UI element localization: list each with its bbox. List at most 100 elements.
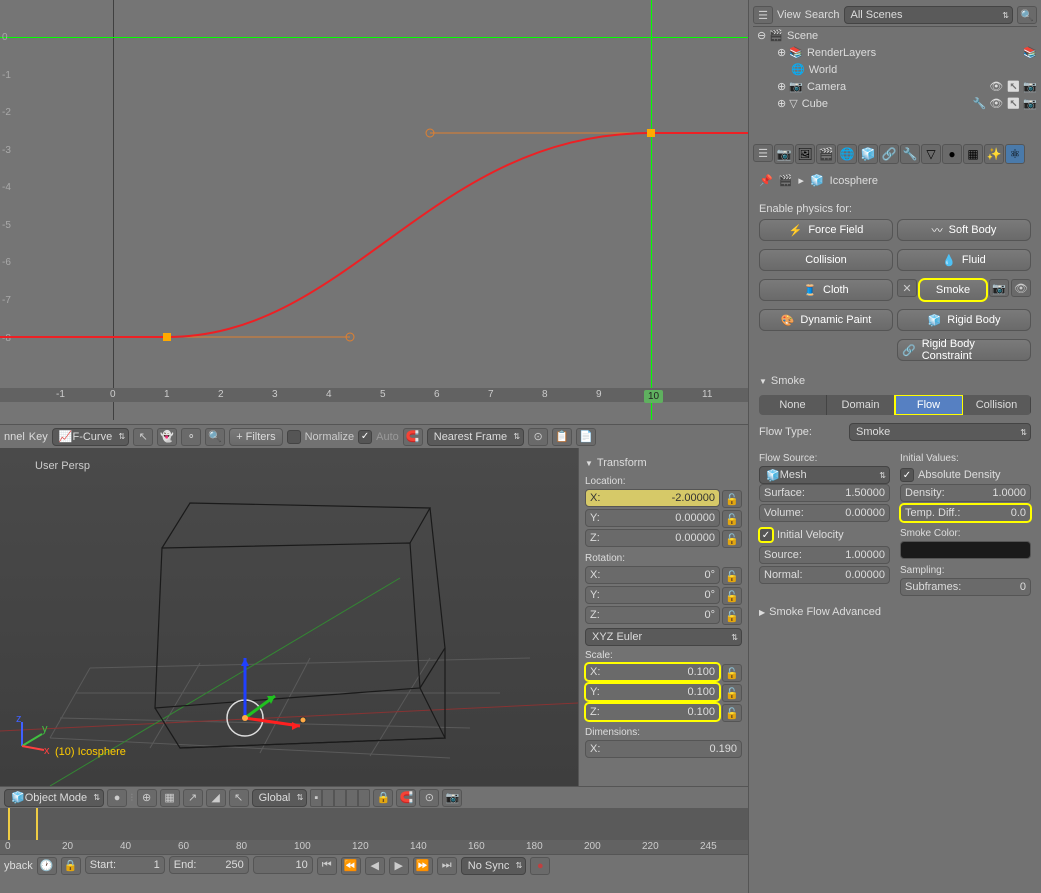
constraints-tab-icon[interactable]: 🔗 [879,144,899,164]
prev-key-icon[interactable]: ⏪ [341,857,361,875]
material-tab-icon[interactable]: ● [942,144,962,164]
render-toggle-icon[interactable]: 📷 [989,279,1009,297]
timeline-ruler[interactable]: 0 20 40 60 80 100 120 140 160 180 200 22… [0,840,748,854]
initial-velocity-checkbox[interactable] [759,528,773,542]
search-icon[interactable]: 🔍 [205,428,225,446]
view-menu[interactable]: View [777,9,801,21]
channel-menu[interactable]: nnel [4,431,25,443]
lock-icon[interactable]: 🔒 [61,857,81,875]
outliner-item-scene[interactable]: ⊖ 🎬 Scene [753,27,1037,44]
end-frame-field[interactable]: End:250 [169,856,249,874]
pin-icon[interactable]: 📌 [759,174,773,187]
cursor-icon[interactable]: ↖ [229,789,249,807]
scale-x-field[interactable]: X:0.100 [585,663,720,681]
viewport-3d[interactable]: User Persp [0,448,578,786]
temp-diff-field[interactable]: Temp. Diff.:0.0 [900,504,1031,522]
normal-field[interactable]: Normal:0.00000 [759,566,890,584]
clock-icon[interactable]: 🕐 [37,857,57,875]
particles-tab-icon[interactable]: ✨ [984,144,1004,164]
scene-tab-icon[interactable]: 🎬 [816,144,836,164]
source-field[interactable]: Source:1.00000 [759,546,890,564]
smoke-button[interactable]: Smoke [919,279,987,301]
lock-icon[interactable]: 🔓 [722,490,742,508]
next-key-icon[interactable]: ⏩ [413,857,433,875]
lock-icon[interactable]: 🔓 [722,704,742,722]
ghost-icon[interactable]: 👻 [157,428,177,446]
loc-x-field[interactable]: X:-2.00000 [585,489,720,507]
lock-icon[interactable]: 🔓 [722,510,742,528]
smoke-panel-header[interactable]: Smoke [749,371,1041,391]
shading-solid-icon[interactable]: ● [107,789,127,807]
fcurve-dropdown[interactable]: 📈 F-Curve [52,428,129,446]
display-toggle-icon[interactable]: 👁 [1011,279,1031,297]
rigid-body-constraint-button[interactable]: 🔗 Rigid Body Constraint [897,339,1031,361]
timeline-canvas[interactable] [0,808,748,840]
absolute-density-checkbox[interactable] [900,468,914,482]
force-field-button[interactable]: ⚡ Force Field [759,219,893,241]
layer-btn[interactable] [358,789,370,807]
proportional-icon[interactable]: ⊙ [419,789,439,807]
volume-field[interactable]: Volume:0.00000 [759,504,890,522]
world-tab-icon[interactable]: 🌐 [837,144,857,164]
smoke-advanced-header[interactable]: Smoke Flow Advanced [749,602,1041,622]
key-menu[interactable]: Key [29,431,48,443]
jump-end-icon[interactable]: ⏭ [437,857,457,875]
modifiers-tab-icon[interactable]: 🔧 [900,144,920,164]
smoke-type-none[interactable]: None [759,395,827,415]
scene-filter-dropdown[interactable]: All Scenes [844,6,1013,24]
normals-icon[interactable]: ◢ [206,789,226,807]
graph-canvas[interactable]: 0 -1 -2 -3 -4 -5 -6 -7 -8 -1 0 1 2 3 4 5 [0,0,748,420]
snap-icon[interactable]: 🧲 [403,428,423,446]
outliner-item-renderlayers[interactable]: ⊕ 📚 RenderLayers📚 [753,44,1037,61]
transform-header[interactable]: Transform [585,454,742,472]
layer-btn[interactable]: ▪ [310,789,322,807]
cursor-icon[interactable]: ↖ [133,428,153,446]
play-icon[interactable]: ▶ [389,857,409,875]
physics-tab-icon[interactable]: ⚛ [1005,144,1025,164]
rot-mode-dropdown[interactable]: XYZ Euler [585,628,742,646]
smoke-type-collision[interactable]: Collision [963,395,1031,415]
smoke-color-field[interactable] [900,541,1031,559]
record-icon[interactable]: ● [530,857,550,875]
flow-type-dropdown[interactable]: Smoke [849,423,1031,441]
remove-smoke-icon[interactable]: ✕ [897,279,917,297]
pivot-icon[interactable]: ⊕ [137,789,157,807]
current-frame-marker[interactable]: 10 [644,390,663,403]
outliner-item-world[interactable]: 🌐 World [753,61,1037,78]
mode-dropdown[interactable]: 🧊 Object Mode [4,789,104,807]
smoke-type-flow[interactable]: Flow [895,395,963,415]
subframes-field[interactable]: Subframes:0 [900,578,1031,596]
lock-icon[interactable]: 🔓 [722,684,742,702]
search-icon[interactable]: 🔍 [1017,6,1037,24]
current-frame-field[interactable]: 10 [253,856,313,874]
collision-button[interactable]: Collision [759,249,893,271]
frame-ruler[interactable]: -1 0 1 2 3 4 5 6 7 8 9 10 11 [0,388,748,402]
layer-btn[interactable] [322,789,334,807]
playback-menu[interactable]: yback [4,860,33,872]
rigid-body-button[interactable]: 🧊 Rigid Body [897,309,1031,331]
jump-start-icon[interactable]: ⏮ [317,857,337,875]
snap-dropdown[interactable]: Nearest Frame [427,428,524,446]
play-reverse-icon[interactable]: ◀ [365,857,385,875]
outliner-item-cube[interactable]: ⊕ ▽ Cube🔧 👁 ↖ 📷 [753,95,1037,112]
rot-y-field[interactable]: Y:0° [585,586,720,604]
auto-checkbox[interactable] [358,430,372,444]
object-tab-icon[interactable]: 🧊 [858,144,878,164]
editor-type-icon[interactable]: ☰ [753,6,773,24]
paste-icon[interactable]: 📄 [576,428,596,446]
outliner-item-camera[interactable]: ⊕ 📷 Camera👁 ↖ 📷 [753,78,1037,95]
layers-icon[interactable]: ▦ [160,789,180,807]
cloth-button[interactable]: 🧵 Cloth [759,279,893,301]
soft-body-button[interactable]: 〰 Soft Body [897,219,1031,241]
lock-icon[interactable]: 🔓 [722,530,742,548]
rot-x-field[interactable]: X:0° [585,566,720,584]
surface-field[interactable]: Surface:1.50000 [759,484,890,502]
layers-tab-icon[interactable]: 🖼 [795,144,815,164]
dim-x-field[interactable]: X:0.190 [585,740,742,758]
lock-icon[interactable]: 🔓 [722,567,742,585]
sync-dropdown[interactable]: No Sync [461,857,527,875]
search-menu[interactable]: Search [805,9,840,21]
flow-source-dropdown[interactable]: 🧊 Mesh [759,466,890,484]
render-tab-icon[interactable]: 📷 [774,144,794,164]
layer-btn[interactable] [334,789,346,807]
